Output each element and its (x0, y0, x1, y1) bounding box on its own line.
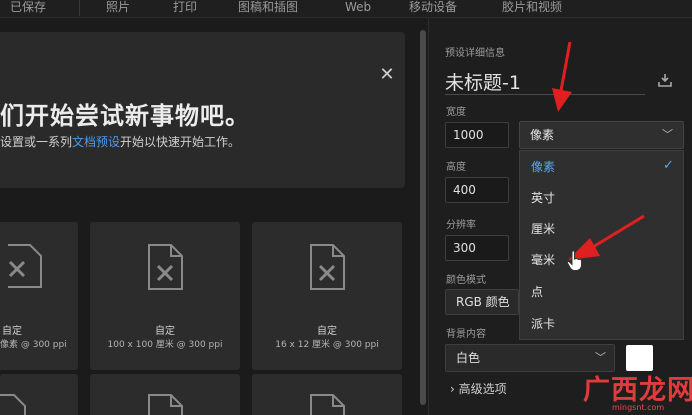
title-underline (445, 94, 645, 95)
document-icon (0, 394, 26, 415)
preset-category-tabs: 已保存 照片 打印 图稿和插图 Web 移动设备 胶片和视频 (0, 0, 692, 18)
welcome-title: 们开始尝试新事物吧。 (0, 102, 250, 130)
unit-option-pixels[interactable]: 像素 (531, 158, 555, 175)
unit-select-value: 像素 (530, 128, 555, 142)
resolution-input[interactable]: 300 (445, 235, 509, 261)
preset-card[interactable] (252, 374, 402, 415)
unit-option-centimeters[interactable]: 厘米 (531, 220, 555, 237)
preset-name: 自定 (317, 326, 337, 337)
unit-option-picas[interactable]: 派卡 (531, 315, 555, 332)
preset-card[interactable] (0, 374, 78, 415)
advanced-options-toggle[interactable]: › 高级选项 (450, 380, 507, 397)
preset-card[interactable]: 自定 100 x 100 厘米 @ 300 ppi (90, 222, 240, 370)
watermark-logo: 广西龙网 (583, 375, 692, 406)
tab-web[interactable]: Web (345, 0, 371, 18)
watermark-url: mingsnt.com (612, 403, 665, 412)
preset-size: 16 x 12 厘米 @ 300 ppi (275, 340, 379, 350)
preset-name: 自定 (155, 326, 175, 337)
height-input[interactable]: 400 (445, 177, 509, 203)
document-icon (148, 394, 183, 415)
preset-card[interactable]: 自定 像素 @ 300 ppi (0, 222, 78, 370)
close-icon[interactable]: ✕ (379, 66, 395, 84)
tab-film-video[interactable]: 胶片和视频 (502, 0, 562, 18)
preset-card[interactable]: 自定 16 x 12 厘米 @ 300 ppi (252, 222, 402, 370)
welcome-subtitle-text: 设置或一系列 (0, 135, 73, 149)
chevron-right-icon: › (450, 382, 459, 396)
width-input[interactable]: 1000 (445, 122, 509, 148)
preset-name: 自定 (2, 326, 22, 337)
document-icon (310, 394, 345, 415)
tab-saved[interactable]: 已保存 (10, 0, 46, 18)
document-presets-link[interactable]: 文档预设 (72, 135, 120, 149)
welcome-subtitle: 设置或一系列文档预设开始以快速开始工作。 (0, 133, 240, 150)
preset-size: 像素 @ 300 ppi (0, 340, 67, 350)
unit-dropdown-menu: 像素 ✓ 英寸 厘米 毫米 点 派卡 (519, 150, 684, 340)
tab-photo[interactable]: 照片 (106, 0, 130, 18)
background-label: 背景内容 (446, 329, 486, 340)
presets-area: 们开始尝试新事物吧。 设置或一系列文档预设开始以快速开始工作。 ✕ 自定 像素 … (0, 18, 418, 415)
document-icon (8, 244, 42, 288)
tab-print[interactable]: 打印 (173, 0, 197, 18)
welcome-banner: 们开始尝试新事物吧。 设置或一系列文档预设开始以快速开始工作。 ✕ (0, 32, 405, 188)
resolution-label: 分辨率 (446, 220, 476, 231)
color-mode-select[interactable]: RGB 颜色 (445, 289, 519, 315)
document-icon (148, 244, 183, 290)
save-preset-icon[interactable] (657, 72, 673, 88)
preset-size: 100 x 100 厘米 @ 300 ppi (107, 340, 223, 350)
tab-divider (79, 0, 80, 16)
width-label: 宽度 (446, 107, 466, 118)
tab-mobile[interactable]: 移动设备 (409, 0, 457, 18)
height-label: 高度 (446, 162, 466, 173)
welcome-subtitle-text-end: 开始以快速开始工作。 (120, 135, 241, 149)
tab-art-illustration[interactable]: 图稿和插图 (238, 0, 298, 18)
advanced-options-label: 高级选项 (458, 382, 507, 396)
document-icon (310, 244, 345, 290)
unit-option-inches[interactable]: 英寸 (531, 189, 555, 206)
unit-option-millimeters[interactable]: 毫米 (531, 251, 555, 268)
chevron-down-icon: ﹀ (662, 128, 673, 141)
scrollbar-thumb[interactable] (420, 30, 426, 405)
check-icon: ✓ (663, 158, 674, 173)
preset-card[interactable] (90, 374, 240, 415)
preset-details-heading: 预设详细信息 (445, 48, 505, 59)
color-mode-label: 颜色模式 (446, 275, 486, 286)
unit-option-points[interactable]: 点 (531, 283, 543, 300)
document-title-input[interactable]: 未标题-1 (445, 68, 521, 95)
unit-select[interactable]: 像素 ﹀ (519, 121, 684, 149)
background-select-value: 白色 (456, 351, 481, 365)
